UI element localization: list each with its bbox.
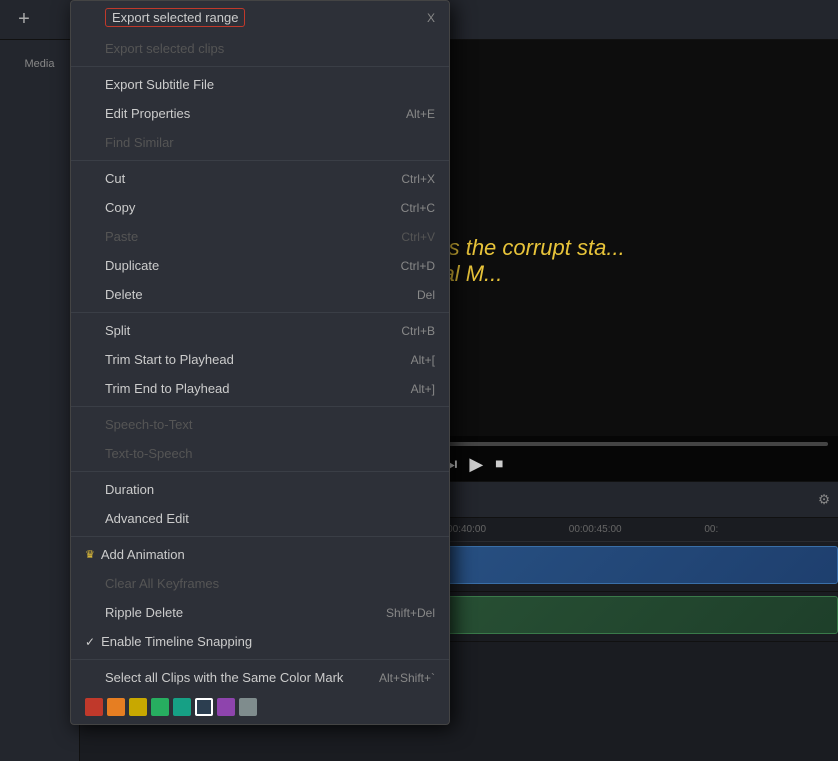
menu-item-duration[interactable]: Duration — [71, 475, 449, 504]
menu-item-select-color[interactable]: Select all Clips with the Same Color Mar… — [71, 663, 449, 692]
color-swatch-0[interactable] — [85, 698, 103, 716]
menu-item-add-animation[interactable]: ♛ Add Animation — [71, 540, 449, 569]
menu-item-export-subtitle[interactable]: Export Subtitle File — [71, 70, 449, 99]
menu-item-shortcut: X — [427, 11, 435, 25]
menu-item-label: Clear All Keyframes — [105, 576, 219, 591]
menu-item-shortcut: Ctrl+B — [401, 324, 435, 338]
menu-item-label: Advanced Edit — [105, 511, 189, 526]
menu-item-text-to-speech: Text-to-Speech — [71, 439, 449, 468]
play-button[interactable]: ▶ — [469, 454, 483, 475]
menu-item-label: Trim End to Playhead — [105, 381, 230, 396]
menu-item-label: Duration — [105, 482, 154, 497]
menu-item-shortcut: Alt+Shift+` — [379, 671, 435, 685]
menu-item-trim-end[interactable]: Trim End to Playhead Alt+] — [71, 374, 449, 403]
menu-separator — [71, 312, 449, 313]
menu-item-label: Export selected range — [105, 8, 245, 27]
ruler-time-3: 00:00:45:00 — [567, 524, 703, 535]
menu-item-shortcut: Ctrl+V — [401, 230, 435, 244]
menu-separator — [71, 66, 449, 67]
menu-item-label: Split — [105, 323, 130, 338]
left-panel: Media — [0, 40, 80, 761]
menu-item-shortcut: Alt+] — [411, 382, 435, 396]
stop-button[interactable]: ⏹ — [495, 456, 503, 474]
menu-item-trim-start[interactable]: Trim Start to Playhead Alt+[ — [71, 345, 449, 374]
menu-item-label: Add Animation — [101, 547, 185, 562]
menu-item-label: Cut — [105, 171, 125, 186]
color-swatch-7[interactable] — [239, 698, 257, 716]
menu-item-shortcut: Ctrl+D — [401, 259, 435, 273]
menu-item-label: Enable Timeline Snapping — [101, 634, 252, 649]
menu-separator — [71, 536, 449, 537]
timeline-settings-button[interactable]: ⚙ — [818, 492, 830, 508]
menu-item-enable-snapping[interactable]: ✓ Enable Timeline Snapping — [71, 627, 449, 656]
color-swatch-6[interactable] — [217, 698, 235, 716]
crown-icon: ♛ — [85, 548, 95, 561]
menu-item-shortcut: Del — [417, 288, 435, 302]
check-icon: ✓ — [85, 635, 95, 649]
menu-item-label: Speech-to-Text — [105, 417, 192, 432]
menu-item-copy[interactable]: Copy Ctrl+C — [71, 193, 449, 222]
menu-item-export-range[interactable]: Export selected range X — [71, 1, 449, 34]
ruler-time-2: 00:00:40:00 — [431, 524, 567, 535]
menu-item-export-clips: Export selected clips — [71, 34, 449, 63]
color-swatch-3[interactable] — [151, 698, 169, 716]
menu-item-label: Find Similar — [105, 135, 174, 150]
menu-item-label: Duplicate — [105, 258, 159, 273]
menu-item-duplicate[interactable]: Duplicate Ctrl+D — [71, 251, 449, 280]
menu-separator — [71, 659, 449, 660]
menu-item-edit-properties[interactable]: Edit Properties Alt+E — [71, 99, 449, 128]
menu-item-label: Export selected clips — [105, 41, 224, 56]
menu-item-label: Select all Clips with the Same Color Mar… — [105, 670, 343, 685]
context-menu: Export selected range X Export selected cl… — [70, 0, 450, 725]
menu-item-label: Trim Start to Playhead — [105, 352, 234, 367]
menu-item-label: Copy — [105, 200, 135, 215]
menu-item-shortcut: Alt+E — [406, 107, 435, 121]
color-swatch-5[interactable] — [195, 698, 213, 716]
ruler-time-4: 00: — [702, 524, 838, 535]
color-swatch-1[interactable] — [107, 698, 125, 716]
menu-item-label: Export Subtitle File — [105, 77, 214, 92]
color-swatch-4[interactable] — [173, 698, 191, 716]
menu-item-speech-to-text: Speech-to-Text — [71, 410, 449, 439]
media-label: Media — [25, 58, 55, 70]
menu-item-shortcut: Alt+[ — [411, 353, 435, 367]
menu-item-shortcut: Ctrl+C — [401, 201, 435, 215]
menu-item-advanced-edit[interactable]: Advanced Edit — [71, 504, 449, 533]
menu-item-find-similar: Find Similar — [71, 128, 449, 157]
menu-separator — [71, 160, 449, 161]
color-swatches — [71, 692, 449, 724]
menu-item-label: Text-to-Speech — [105, 446, 192, 461]
menu-item-shortcut: Shift+Del — [386, 606, 435, 620]
menu-item-label: Ripple Delete — [105, 605, 183, 620]
menu-separator — [71, 406, 449, 407]
menu-item-ripple-delete[interactable]: Ripple Delete Shift+Del — [71, 598, 449, 627]
menu-item-clear-keyframes: Clear All Keyframes — [71, 569, 449, 598]
menu-separator — [71, 471, 449, 472]
menu-item-delete[interactable]: Delete Del — [71, 280, 449, 309]
menu-item-split[interactable]: Split Ctrl+B — [71, 316, 449, 345]
menu-item-paste: Paste Ctrl+V — [71, 222, 449, 251]
app-container: + Media The film exposes the corrupt sta… — [0, 0, 838, 761]
color-swatch-2[interactable] — [129, 698, 147, 716]
menu-item-label: Paste — [105, 229, 138, 244]
menu-item-shortcut: Ctrl+X — [401, 172, 435, 186]
menu-item-label: Delete — [105, 287, 143, 302]
menu-item-label: Edit Properties — [105, 106, 190, 121]
menu-item-cut[interactable]: Cut Ctrl+X — [71, 164, 449, 193]
add-button[interactable]: + — [10, 6, 38, 34]
